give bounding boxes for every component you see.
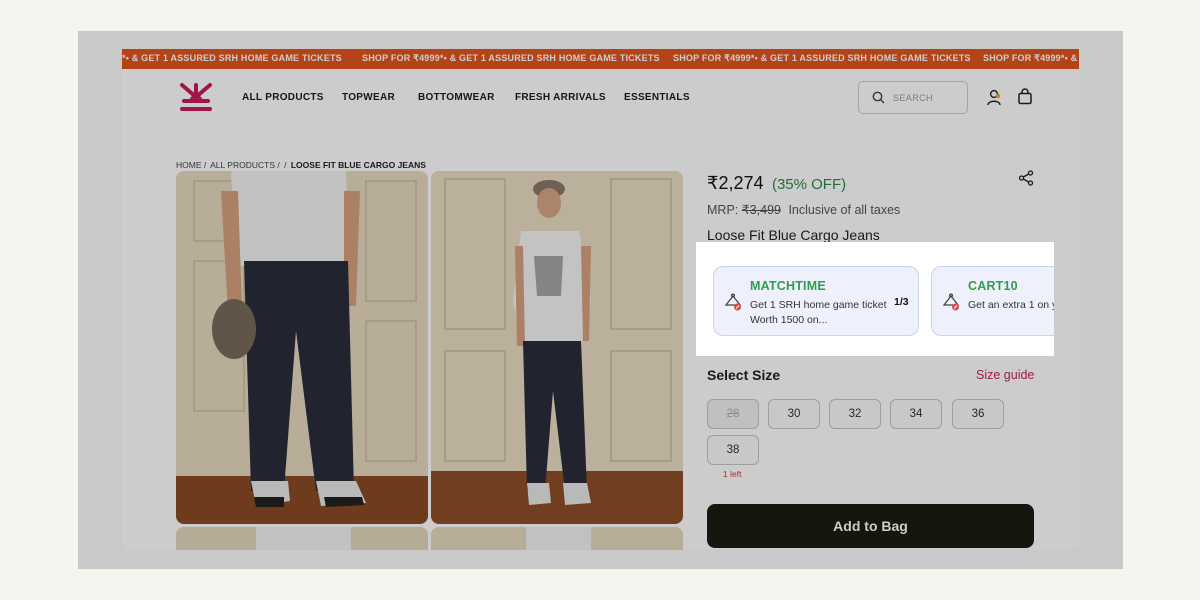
size-option-36[interactable]: 36 [952, 399, 1004, 429]
stock-note: 1 left [723, 469, 742, 479]
product-name: Loose Fit Blue Cargo Jeans [707, 227, 880, 243]
offer-counter: 1/3 [894, 296, 909, 308]
offer-description: Get 1 SRH home game ticket Worth 1500 on… [750, 299, 887, 326]
search-placeholder: SEARCH [893, 93, 933, 103]
top-nav: ALL PRODUCTS TOPWEAR BOTTOMWEAR FRESH AR… [122, 69, 1079, 129]
selling-price: ₹2,274 [707, 173, 764, 193]
product-image-3[interactable] [176, 527, 428, 550]
product-image-4[interactable] [431, 527, 683, 550]
product-image-2[interactable] [431, 171, 683, 524]
promo-segment: SHOP FOR ₹4999*• & GET 1 ASSURED SRH HOM… [673, 53, 971, 63]
bag-icon[interactable] [1017, 88, 1033, 105]
promo-segment: SHOP FOR ₹4999*• & [983, 53, 1078, 63]
size-option-28[interactable]: 28 [707, 399, 759, 429]
offer-card[interactable]: CART10 Get an extra 1 on your purch [931, 266, 1054, 336]
offer-code: CART10 [968, 279, 1018, 293]
screenshot-frame: *• & GET 1 ASSURED SRH HOME GAME TICKETS… [78, 31, 1123, 569]
nav-topwear[interactable]: TOPWEAR [342, 92, 395, 103]
offer-description: Get an extra 1 on your purch [968, 299, 1054, 311]
offers-carousel[interactable]: MATCHTIME Get 1 SRH home game ticket Wor… [696, 242, 1054, 356]
tax-note: Inclusive of all taxes [788, 203, 901, 217]
add-to-bag-button[interactable]: Add to Bag [707, 504, 1034, 548]
offer-card[interactable]: MATCHTIME Get 1 SRH home game ticket Wor… [713, 266, 919, 336]
select-size-title: Select Size [707, 367, 781, 383]
breadcrumb-separator: / [284, 160, 287, 170]
size-option-32[interactable]: 32 [829, 399, 881, 429]
dim-overlay [1054, 242, 1079, 356]
coupon-icon [724, 293, 742, 311]
breadcrumb-current: LOOSE FIT BLUE CARGO JEANS [290, 160, 426, 170]
logo-icon[interactable] [176, 81, 216, 113]
breadcrumb: HOME / ALL PRODUCTS / / LOOSE FIT BLUE C… [176, 160, 428, 170]
size-option-34[interactable]: 34 [890, 399, 942, 429]
coupon-icon [942, 293, 960, 311]
price-row: ₹2,274 (35% OFF) [707, 173, 846, 194]
offer-code: MATCHTIME [750, 279, 826, 293]
user-icon[interactable] [986, 89, 1002, 106]
nav-essentials[interactable]: ESSENTIALS [624, 92, 690, 103]
discount-badge: (35% OFF) [771, 176, 847, 193]
nav-all-products[interactable]: ALL PRODUCTS [242, 92, 324, 103]
share-icon[interactable] [1018, 170, 1034, 186]
promo-segment: *• & GET 1 ASSURED SRH HOME GAME TICKETS [122, 53, 342, 63]
mrp-row: MRP: ₹3,499 Inclusive of all taxes [707, 202, 900, 217]
promo-segment: SHOP FOR ₹4999*• & GET 1 ASSURED SRH HOM… [362, 53, 660, 63]
size-guide-link[interactable]: Size guide [976, 368, 1034, 382]
search-icon [872, 91, 885, 104]
promo-banner[interactable]: *• & GET 1 ASSURED SRH HOME GAME TICKETS… [122, 49, 1079, 69]
product-page: *• & GET 1 ASSURED SRH HOME GAME TICKETS… [122, 49, 1079, 550]
product-image-1[interactable] [176, 171, 428, 524]
breadcrumb-all-products[interactable]: ALL PRODUCTS / [210, 160, 280, 170]
mrp-value: ₹3,499 [741, 203, 781, 217]
search-input[interactable]: SEARCH [858, 81, 968, 114]
mrp-label: MRP: [707, 203, 739, 217]
size-option-30[interactable]: 30 [768, 399, 820, 429]
size-option-38[interactable]: 38 [707, 435, 759, 465]
breadcrumb-home[interactable]: HOME / [176, 160, 206, 170]
nav-fresh-arrivals[interactable]: FRESH ARRIVALS [515, 92, 606, 103]
nav-bottomwear[interactable]: BOTTOMWEAR [418, 92, 495, 103]
